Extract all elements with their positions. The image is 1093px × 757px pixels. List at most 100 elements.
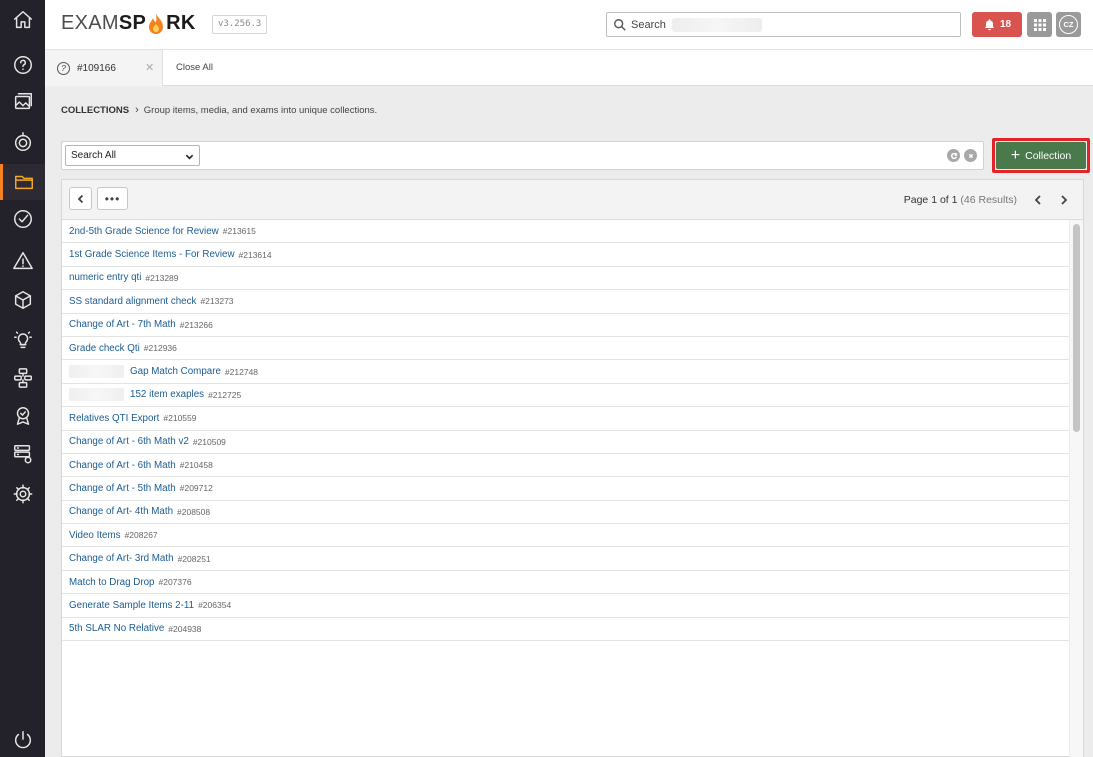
more-options-button[interactable]: ••• xyxy=(97,187,128,210)
collection-search-input[interactable]: Search All xyxy=(61,141,984,170)
gear-icon[interactable] xyxy=(0,476,45,512)
collection-name-link[interactable]: Change of Art - 6th Math v2 xyxy=(69,436,189,447)
collection-name-link[interactable]: numeric entry qti xyxy=(69,272,141,283)
refresh-icon[interactable] xyxy=(947,149,960,162)
list-item[interactable]: 2nd-5th Grade Science for Review #213615 xyxy=(62,220,1070,244)
global-search-input[interactable]: Search xyxy=(606,12,961,37)
tab-label: #109166 xyxy=(77,62,116,74)
logo-text-sp: SP xyxy=(118,12,147,34)
list-item[interactable]: 5th SLAR No Relative #204938 xyxy=(62,618,1070,642)
list-item[interactable]: Change of Art - 6th Math v2 #210509 xyxy=(62,431,1070,454)
collection-name-link[interactable]: Change of Art- 4th Math xyxy=(69,506,173,517)
collection-name-link[interactable]: Change of Art- 3rd Math xyxy=(69,553,174,564)
collection-name-link[interactable]: Change of Art - 5th Math xyxy=(69,483,176,494)
workflow-icon[interactable] xyxy=(0,360,45,396)
server-settings-icon[interactable] xyxy=(0,436,45,472)
bell-icon xyxy=(984,19,995,31)
user-avatar-button[interactable]: CZ xyxy=(1056,12,1081,37)
breadcrumb-section[interactable]: COLLECTIONS xyxy=(61,105,129,116)
list-item[interactable]: 152 item exaples #212725 xyxy=(62,384,1070,408)
list-item[interactable]: Match to Drag Drop #207376 xyxy=(62,571,1070,595)
close-all-link[interactable]: Close All xyxy=(176,62,213,73)
question-icon: ? xyxy=(57,61,70,75)
top-bar: EXAM SP RK v3.256.3 Search 18 CZ xyxy=(45,0,1093,50)
collection-id: #213615 xyxy=(222,226,256,237)
collection-name-link[interactable]: 2nd-5th Grade Science for Review xyxy=(69,226,219,237)
list-item[interactable]: Change of Art- 4th Math #208508 xyxy=(62,501,1070,525)
list-item[interactable]: Change of Art - 6th Math #210458 xyxy=(62,454,1070,478)
folder-icon[interactable] xyxy=(0,164,45,200)
question-circle-icon[interactable] xyxy=(0,47,45,83)
notifications-button[interactable]: 18 xyxy=(972,12,1022,37)
collection-id: #212936 xyxy=(143,343,177,354)
collection-id: #204938 xyxy=(168,623,202,634)
scrollbar-thumb[interactable] xyxy=(1073,224,1080,432)
lightbulb-icon[interactable] xyxy=(0,322,45,358)
logo-text-exam: EXAM xyxy=(61,12,119,34)
next-page-button[interactable] xyxy=(1057,193,1071,207)
add-collection-button[interactable]: + Collection xyxy=(996,142,1086,169)
tab-strip: ? #109166 ✕ Close All xyxy=(45,50,1093,86)
collection-name-link[interactable]: 152 item exaples xyxy=(130,389,204,400)
flame-icon xyxy=(149,13,164,34)
collection-id: #213266 xyxy=(179,319,213,330)
list-item[interactable]: Relatives QTI Export #210559 xyxy=(62,407,1070,431)
collection-name-link[interactable]: Match to Drag Drop xyxy=(69,577,154,588)
panel-toolbar: ••• Page 1 of 1 (46 Results) xyxy=(62,180,1083,220)
results-count: (46 Results) xyxy=(960,194,1017,206)
collection-name-link[interactable]: Gap Match Compare xyxy=(130,366,221,377)
check-circle-icon[interactable] xyxy=(0,201,45,237)
collections-panel: ••• Page 1 of 1 (46 Results) 2nd-5th Gra… xyxy=(61,179,1084,757)
warning-icon[interactable] xyxy=(0,243,45,279)
collection-id: #208267 xyxy=(124,530,158,541)
home-icon[interactable] xyxy=(0,2,45,38)
list-item[interactable]: Generate Sample Items 2-11 #206354 xyxy=(62,594,1070,618)
collection-id: #213289 xyxy=(145,272,179,283)
chevron-left-icon xyxy=(77,194,83,203)
highlight-box: + Collection xyxy=(992,138,1090,173)
collection-name-link[interactable]: Relatives QTI Export xyxy=(69,413,159,424)
collection-name-link[interactable]: 1st Grade Science Items - For Review xyxy=(69,249,235,260)
collection-name-link[interactable]: Change of Art - 6th Math xyxy=(69,460,176,471)
exam-target-icon[interactable] xyxy=(0,124,45,160)
list-item[interactable]: Grade check Qti #212936 xyxy=(62,337,1070,361)
scrollbar[interactable] xyxy=(1069,220,1083,757)
list-item[interactable]: Video Items #208267 xyxy=(62,524,1070,548)
back-button[interactable] xyxy=(69,187,92,210)
notification-count: 18 xyxy=(999,19,1012,30)
power-icon[interactable] xyxy=(0,722,45,757)
clear-icon[interactable] xyxy=(964,149,977,162)
grid-icon xyxy=(1033,18,1046,31)
cube-icon[interactable] xyxy=(0,282,45,318)
collection-id: #210559 xyxy=(163,413,197,424)
collection-name-link[interactable]: 5th SLAR No Relative xyxy=(69,623,164,634)
search-scope-select[interactable]: Search All xyxy=(65,145,200,166)
list-item[interactable]: 1st Grade Science Items - For Review #213… xyxy=(62,243,1070,267)
tab-item[interactable]: ? #109166 ✕ xyxy=(45,50,163,86)
collection-id: #206354 xyxy=(198,600,232,611)
collection-name-link[interactable]: Generate Sample Items 2-11 xyxy=(69,600,194,611)
list-item[interactable]: numeric entry qti #213289 xyxy=(62,267,1070,291)
collection-name-link[interactable]: Video Items xyxy=(69,530,121,541)
search-icon xyxy=(614,18,626,31)
collection-name-link[interactable]: Change of Art - 7th Math xyxy=(69,319,176,330)
prev-page-button[interactable] xyxy=(1031,193,1045,207)
breadcrumb-description: Group items, media, and exams into uniqu… xyxy=(143,104,378,116)
images-icon[interactable] xyxy=(0,84,45,120)
chevron-right-icon xyxy=(1061,195,1068,205)
list-item[interactable]: Change of Art - 7th Math #213266 xyxy=(62,314,1070,337)
list-item[interactable]: Gap Match Compare #212748 xyxy=(62,360,1070,384)
ellipsis-icon: ••• xyxy=(104,191,121,206)
badge-icon[interactable] xyxy=(0,398,45,434)
apps-grid-button[interactable] xyxy=(1027,12,1052,37)
collection-name-link[interactable]: SS standard alignment check xyxy=(69,296,196,307)
app-logo[interactable]: EXAM SP RK xyxy=(61,12,196,35)
avatar: CZ xyxy=(1059,15,1078,34)
list-item[interactable]: SS standard alignment check #213273 xyxy=(62,290,1070,314)
collection-list: 2nd-5th Grade Science for Review #213615 1… xyxy=(62,220,1070,642)
list-item[interactable]: Change of Art- 3rd Math #208251 xyxy=(62,547,1070,571)
collection-name-link[interactable]: Grade check Qti xyxy=(69,343,140,354)
list-item[interactable]: Change of Art - 5th Math #209712 xyxy=(62,477,1070,501)
redacted-text xyxy=(69,365,124,379)
close-tab-icon[interactable]: ✕ xyxy=(145,61,154,74)
